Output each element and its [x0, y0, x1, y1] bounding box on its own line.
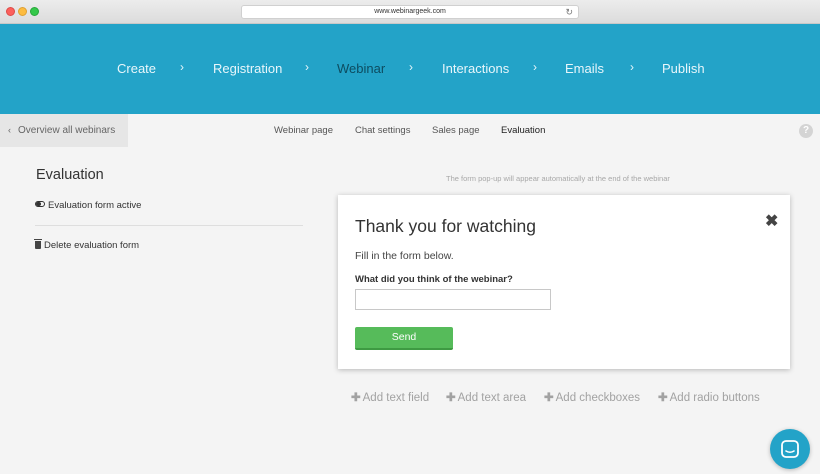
chevron-right-icon: ›: [630, 60, 634, 74]
steps-banner: Create › Registration › Webinar › Intera…: [0, 24, 820, 114]
chevron-right-icon: ›: [180, 60, 184, 74]
back-to-overview-link[interactable]: ‹ Overview all webinars: [0, 114, 128, 147]
add-text-field-button[interactable]: ✚ Add text field: [351, 390, 429, 404]
reload-icon[interactable]: ↻: [565, 6, 573, 18]
tab-sales-page[interactable]: Sales page: [432, 125, 480, 136]
close-window-button[interactable]: [6, 7, 15, 16]
section-title: Evaluation: [36, 167, 104, 183]
trash-icon: [34, 239, 42, 249]
evaluation-active-toggle[interactable]: Evaluation form active: [35, 200, 141, 211]
chevron-right-icon: ›: [409, 60, 413, 74]
toggle-label: Evaluation form active: [48, 200, 142, 211]
add-text-field-label: Add text field: [362, 392, 430, 404]
evaluation-form-preview: Thank you for watching ✖ Fill in the for…: [338, 195, 790, 369]
maximize-window-button[interactable]: [30, 7, 39, 16]
plus-icon: ✚: [658, 392, 668, 404]
close-icon[interactable]: ✖: [765, 212, 778, 232]
browser-chrome: www.webinargeek.com ↻: [0, 0, 820, 24]
toggle-on-icon: [35, 201, 45, 208]
minimize-window-button[interactable]: [18, 7, 27, 16]
popup-hint: The form pop-up will appear automaticall…: [446, 174, 670, 183]
delete-label: Delete evaluation form: [44, 240, 140, 251]
form-subtitle[interactable]: Fill in the form below.: [355, 250, 454, 262]
chevron-right-icon: ›: [305, 60, 309, 74]
step-emails[interactable]: Emails: [565, 61, 604, 76]
step-publish[interactable]: Publish: [662, 61, 705, 76]
chevron-right-icon: ›: [533, 60, 537, 74]
question-label[interactable]: What did you think of the webinar?: [355, 274, 513, 285]
help-icon[interactable]: ?: [799, 124, 813, 138]
address-bar[interactable]: www.webinargeek.com ↻: [241, 5, 579, 19]
step-interactions[interactable]: Interactions: [442, 61, 509, 76]
chat-launcher-button[interactable]: [770, 429, 810, 469]
add-checkboxes-label: Add checkboxes: [555, 392, 641, 404]
add-text-area-button[interactable]: ✚ Add text area: [446, 390, 526, 404]
form-title[interactable]: Thank you for watching: [355, 216, 536, 237]
plus-icon: ✚: [351, 392, 361, 404]
add-text-area-label: Add text area: [457, 392, 527, 404]
divider: [35, 225, 303, 226]
delete-evaluation-form-link[interactable]: Delete evaluation form: [34, 239, 140, 251]
step-registration[interactable]: Registration: [213, 61, 282, 76]
add-radio-buttons-label: Add radio buttons: [669, 392, 760, 404]
plus-icon: ✚: [446, 392, 456, 404]
back-link-label: Overview all webinars: [18, 125, 116, 136]
chevron-left-icon: ‹: [8, 125, 11, 135]
send-button[interactable]: Send: [355, 327, 453, 350]
answer-input[interactable]: [355, 289, 551, 310]
tab-webinar-page[interactable]: Webinar page: [274, 125, 333, 136]
tab-evaluation[interactable]: Evaluation: [501, 125, 545, 136]
tab-chat-settings[interactable]: Chat settings: [355, 125, 410, 136]
chat-icon: [781, 440, 799, 458]
step-create[interactable]: Create: [117, 61, 156, 76]
add-checkboxes-button[interactable]: ✚ Add checkboxes: [544, 390, 640, 404]
url-text: www.webinargeek.com: [374, 8, 446, 15]
plus-icon: ✚: [544, 392, 554, 404]
step-webinar[interactable]: Webinar: [337, 61, 385, 76]
add-radio-buttons-button[interactable]: ✚ Add radio buttons: [658, 390, 760, 404]
